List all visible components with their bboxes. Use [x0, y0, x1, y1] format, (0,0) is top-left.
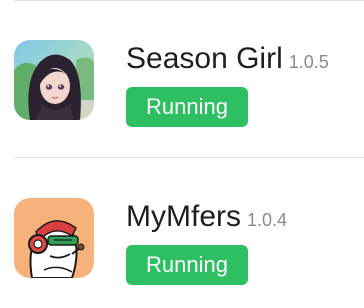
list-divider — [14, 0, 364, 1]
app-title-line: MyMfers 1.0.4 — [126, 197, 360, 237]
app-list-item[interactable]: Season Girl 1.0.5 Running — [0, 25, 364, 127]
list-divider — [14, 157, 364, 158]
app-list: Season Girl 1.0.5 Running MyMfers 1.0.4 … — [0, 0, 364, 308]
app-title-line: Season Girl 1.0.5 — [126, 39, 360, 79]
app-name[interactable]: MyMfers — [126, 200, 241, 233]
mymfers-app-icon[interactable] — [14, 198, 94, 278]
app-info: Season Girl 1.0.5 Running — [126, 39, 360, 127]
status-badge: Running — [126, 87, 248, 127]
app-version: 1.0.5 — [288, 52, 329, 72]
app-name[interactable]: Season Girl — [126, 42, 283, 75]
app-info: MyMfers 1.0.4 Running — [126, 197, 360, 285]
status-badge: Running — [126, 245, 248, 285]
app-version: 1.0.4 — [247, 210, 288, 230]
season-girl-app-icon[interactable] — [14, 40, 94, 120]
app-list-item[interactable]: MyMfers 1.0.4 Running — [0, 183, 364, 285]
